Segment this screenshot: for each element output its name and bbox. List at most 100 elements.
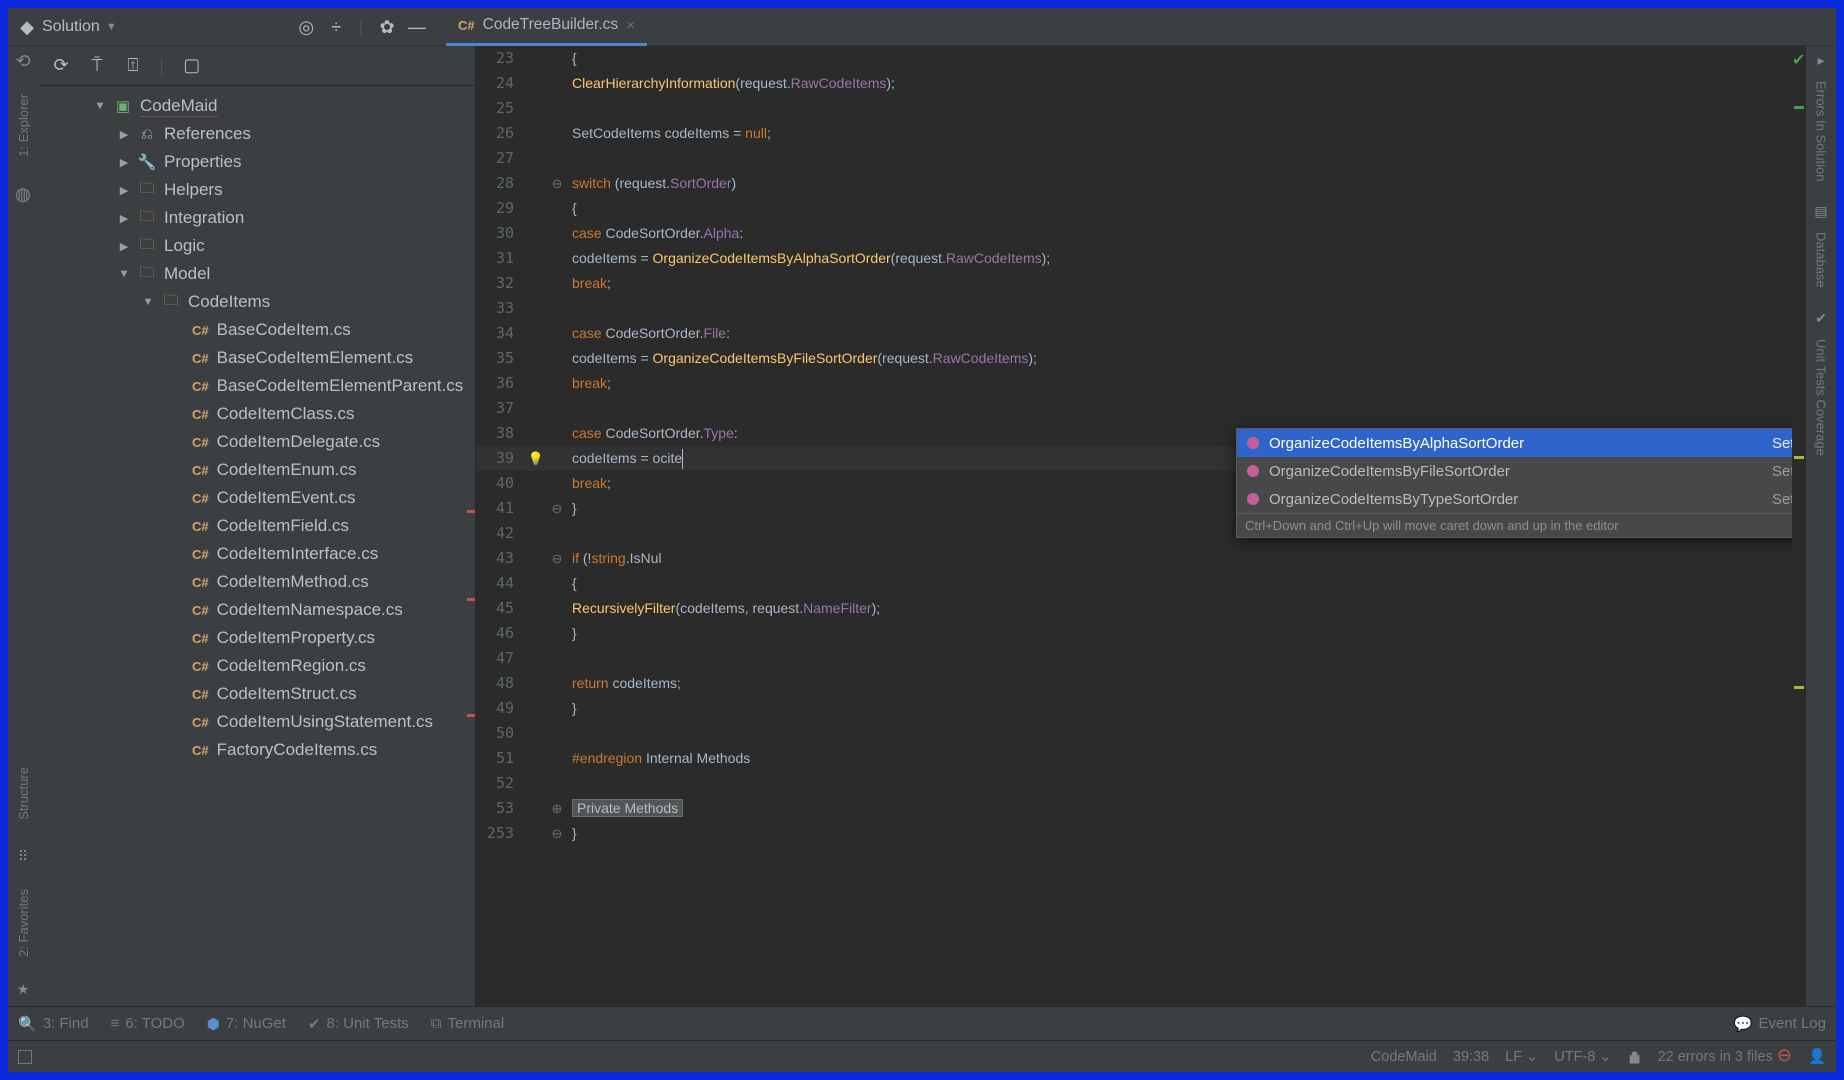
chevron-right-icon[interactable]: ▶ bbox=[118, 156, 130, 169]
folder-icon: 🗀 bbox=[138, 237, 156, 255]
csharp-file-icon: C# bbox=[192, 323, 209, 338]
sync-icon[interactable]: ⟳ bbox=[50, 55, 72, 76]
tree-node-model[interactable]: ▼ 🗀 Model bbox=[38, 260, 475, 288]
tree-file[interactable]: C#CodeItemRegion.cs bbox=[38, 652, 475, 680]
chevron-down-icon[interactable]: ▼ bbox=[142, 296, 154, 308]
tool-label: Terminal bbox=[447, 1015, 504, 1032]
chevron-down-icon[interactable]: ▼ bbox=[94, 100, 106, 112]
tree-file[interactable]: C#CodeItemMethod.cs bbox=[38, 568, 475, 596]
code-token: RawCodeItems bbox=[933, 350, 1029, 366]
target-icon[interactable]: ◎ bbox=[297, 18, 315, 36]
tool-unit-tests[interactable]: ✔8: Unit Tests bbox=[308, 1015, 409, 1033]
tree-label: CodeItemEnum.cs bbox=[217, 460, 357, 480]
csharp-file-icon: C# bbox=[458, 18, 475, 33]
csharp-file-icon: C# bbox=[192, 659, 209, 674]
solution-icon: ◆ bbox=[18, 18, 36, 36]
tree-label: FactoryCodeItems.cs bbox=[217, 740, 378, 760]
chevron-right-icon[interactable]: ▶ bbox=[118, 212, 130, 225]
line-number: 253 bbox=[476, 821, 524, 846]
tree-node-references[interactable]: ▶ ⎌ References bbox=[38, 120, 475, 148]
hector-icon[interactable]: 👤 bbox=[1808, 1048, 1826, 1065]
tree-node-project[interactable]: ▼ ▣ CodeMaid bbox=[38, 92, 475, 120]
bulb-icon[interactable]: 💡 bbox=[524, 446, 548, 471]
line-number: 42 bbox=[476, 521, 524, 546]
autocomplete-item[interactable]: OrganizeCodeItemsByTypeSortOrder SetCode… bbox=[1237, 485, 1792, 513]
tab-codetreebuilder[interactable]: C# CodeTreeBuilder.cs × bbox=[446, 8, 647, 46]
tab-database[interactable]: Database bbox=[1814, 226, 1829, 294]
status-line-ending[interactable]: LF ⌄ bbox=[1505, 1049, 1538, 1065]
status-project[interactable]: CodeMaid bbox=[1371, 1049, 1437, 1065]
tree-file[interactable]: C#CodeItemProperty.cs bbox=[38, 624, 475, 652]
autocomplete-item[interactable]: OrganizeCodeItemsByFileSortOrder SetCode… bbox=[1237, 457, 1792, 485]
chevron-right-icon[interactable]: ▶ bbox=[118, 184, 130, 197]
tree-change-markers bbox=[467, 86, 475, 1006]
tree-file[interactable]: C#BaseCodeItemElementParent.cs bbox=[38, 372, 475, 400]
tab-errors-in-solution[interactable]: Errors In Solution bbox=[1814, 75, 1829, 187]
show-all-icon[interactable]: ⍑ bbox=[86, 55, 108, 76]
chevron-right-icon[interactable]: ▶ bbox=[118, 240, 130, 253]
code-editor[interactable]: 23 { 24 ClearHierarchyInformation(reques… bbox=[476, 46, 1806, 1006]
project-tree[interactable]: ▼ ▣ CodeMaid ▶ ⎌ References ▶ 🔧 Properti… bbox=[38, 86, 475, 1006]
collapsed-region[interactable]: Private Methods bbox=[572, 799, 683, 817]
preview-icon[interactable]: ▢ bbox=[181, 55, 203, 76]
tool-label: Event Log bbox=[1758, 1015, 1826, 1032]
db-icon[interactable]: ◍ bbox=[14, 185, 32, 203]
tool-event-log[interactable]: 💬Event Log bbox=[1734, 1015, 1826, 1033]
tree-file[interactable]: C#FactoryCodeItems.cs bbox=[38, 736, 475, 764]
tree-file[interactable]: C#CodeItemEnum.cs bbox=[38, 456, 475, 484]
right-tool-strip: ▸ Errors In Solution ▤ Database ✔ Unit T… bbox=[1806, 46, 1836, 1006]
main-area: ⟲ 1: Explorer ◍ Structure ⠿ 2: Favorites… bbox=[8, 46, 1836, 1006]
autocomplete-item[interactable]: OrganizeCodeItemsByAlphaSortOrder SetCod… bbox=[1237, 429, 1792, 457]
tab-unit-tests-coverage[interactable]: Unit Tests Coverage bbox=[1814, 333, 1829, 462]
tab-explorer[interactable]: 1: Explorer bbox=[16, 88, 31, 163]
line-number: 27 bbox=[476, 146, 524, 171]
tool-window-toggle-icon[interactable] bbox=[18, 1050, 32, 1064]
tree-file[interactable]: C#CodeItemDelegate.cs bbox=[38, 428, 475, 456]
tree-node-logic[interactable]: ▶ 🗀 Logic bbox=[38, 232, 475, 260]
tool-label: 8: Unit Tests bbox=[327, 1015, 409, 1032]
tree-label: Properties bbox=[164, 152, 241, 172]
tool-terminal[interactable]: ⧉Terminal bbox=[431, 1015, 504, 1032]
tree-node-codeitems[interactable]: ▼ 🗀 CodeItems bbox=[38, 288, 475, 316]
tree-file[interactable]: C#CodeItemEvent.cs bbox=[38, 484, 475, 512]
chevron-down-icon[interactable]: ▼ bbox=[118, 268, 130, 280]
tool-nuget[interactable]: ⬢7: NuGet bbox=[207, 1015, 286, 1033]
status-errors[interactable]: 22 errors in 3 files ⊖ bbox=[1658, 1049, 1792, 1065]
method-icon bbox=[1245, 463, 1261, 479]
code-token: break bbox=[572, 375, 607, 391]
tree-label: CodeItemInterface.cs bbox=[217, 544, 379, 564]
collapse-all-icon[interactable]: ⍐ bbox=[122, 55, 144, 76]
code-token: Alpha bbox=[704, 225, 740, 241]
tree-file[interactable]: C#CodeItemNamespace.cs bbox=[38, 596, 475, 624]
tab-structure[interactable]: Structure bbox=[16, 761, 31, 826]
tab-favorites[interactable]: 2: Favorites bbox=[16, 883, 31, 963]
tool-find[interactable]: 🔍3: Find bbox=[18, 1015, 89, 1033]
tree-file[interactable]: C#CodeItemClass.cs bbox=[38, 400, 475, 428]
status-encoding[interactable]: UTF-8 ⌄ bbox=[1554, 1049, 1611, 1065]
tree-node-integration[interactable]: ▶ 🗀 Integration bbox=[38, 204, 475, 232]
code-token: string bbox=[591, 550, 625, 566]
status-caret-pos[interactable]: 39:38 bbox=[1453, 1049, 1489, 1065]
wrench-icon: 🔧 bbox=[138, 153, 156, 171]
autocomplete-popup[interactable]: OrganizeCodeItemsByAlphaSortOrder SetCod… bbox=[1236, 428, 1792, 538]
tree-file[interactable]: C#CodeItemField.cs bbox=[38, 512, 475, 540]
gear-icon[interactable]: ✿ bbox=[378, 18, 396, 36]
tree-file[interactable]: C#BaseCodeItem.cs bbox=[38, 316, 475, 344]
tree-file[interactable]: C#CodeItemUsingStatement.cs bbox=[38, 708, 475, 736]
tool-todo[interactable]: ≡6: TODO bbox=[111, 1015, 185, 1032]
code-token: codeItems; bbox=[612, 675, 680, 691]
tree-node-properties[interactable]: ▶ 🔧 Properties bbox=[38, 148, 475, 176]
tree-node-helpers[interactable]: ▶ 🗀 Helpers bbox=[38, 176, 475, 204]
solution-dropdown[interactable]: ◆ Solution ▼ bbox=[18, 18, 117, 36]
minimize-icon[interactable]: — bbox=[408, 18, 426, 36]
tree-file[interactable]: C#BaseCodeItemElement.cs bbox=[38, 344, 475, 372]
tree-file[interactable]: C#CodeItemStruct.cs bbox=[38, 680, 475, 708]
divide-icon[interactable]: ÷ bbox=[327, 18, 345, 36]
chevron-right-icon[interactable]: ▶ bbox=[118, 128, 130, 141]
editor-overview-ruler[interactable]: ✔ bbox=[1792, 46, 1806, 1006]
lock-icon[interactable] bbox=[1628, 1050, 1642, 1064]
collapse-icon[interactable]: ⟲ bbox=[14, 52, 32, 70]
code-token: if bbox=[572, 550, 583, 566]
tree-file[interactable]: C#CodeItemInterface.cs bbox=[38, 540, 475, 568]
close-icon[interactable]: × bbox=[626, 17, 635, 34]
